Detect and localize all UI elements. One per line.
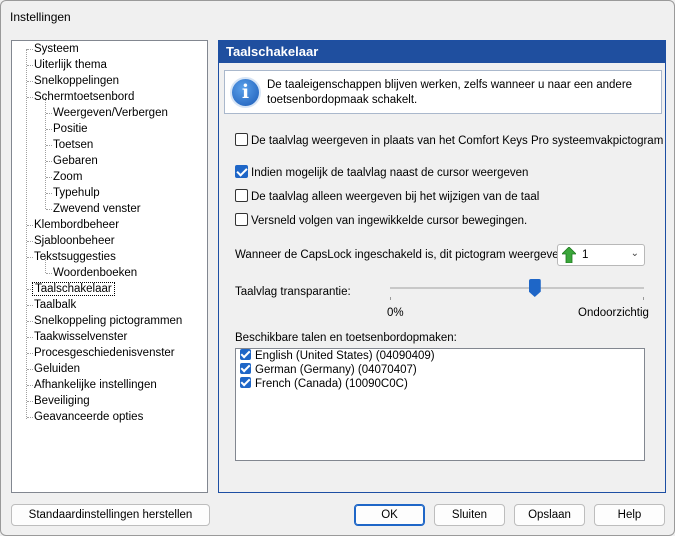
info-box: i De taaleigenschappen blijven werken, z… (224, 70, 662, 114)
tree-item-positie[interactable]: Positie (51, 121, 90, 137)
tree-item-taalbalk[interactable]: Taalbalk (32, 297, 78, 313)
tree-item-taakwisselvenster[interactable]: Taakwisselvenster (32, 329, 129, 345)
option-accelerated-cursor-tracking[interactable]: Versneld volgen van ingewikkelde cursor … (235, 213, 527, 230)
help-button[interactable]: Help (594, 504, 665, 526)
tree-item-klembordbeheer[interactable]: Klembordbeheer (32, 217, 121, 233)
tree-item-sjabloonbeheer[interactable]: Sjabloonbeheer (32, 233, 117, 249)
tree-item-geavanceerde-opties[interactable]: Geavanceerde opties (32, 409, 145, 425)
checkbox[interactable] (240, 363, 251, 375)
panel-title: Taalschakelaar (219, 41, 665, 63)
tree-line (26, 49, 27, 419)
capslock-label: Wanneer de CapsLock ingeschakeld is, dit… (235, 249, 569, 261)
transparency-slider-track[interactable] (390, 287, 644, 289)
transparency-label: Taalvlag transparantie: (235, 286, 351, 298)
checkbox[interactable] (235, 165, 248, 179)
checkbox[interactable] (240, 349, 251, 361)
tree-item-procesgeschiedenisvenster[interactable]: Procesgeschiedenisvenster (32, 345, 177, 361)
info-icon: i (230, 77, 261, 108)
save-button[interactable]: Opslaan (514, 504, 585, 526)
settings-window: Instellingen Systeem Uiterlijk thema Sne… (0, 0, 675, 536)
tree-item-tekstsuggesties[interactable]: Tekstsuggesties (32, 249, 118, 265)
tree-item-zwevend-venster[interactable]: Zwevend venster (51, 201, 143, 217)
transparency-max-label: Ondoorzichtig (578, 307, 649, 319)
tree-item-typehulp[interactable]: Typehulp (51, 185, 102, 201)
option-show-flag-instead-of-tray[interactable]: De taalvlag weergeven in plaats van het … (235, 133, 663, 150)
tree-item-schermtoetsenbord[interactable]: Schermtoetsenbord (32, 89, 136, 105)
list-item[interactable]: German (Germany) (04070407) (240, 363, 417, 378)
tree-item-geluiden[interactable]: Geluiden (32, 361, 82, 377)
settings-tree[interactable]: Systeem Uiterlijk thema Snelkoppelingen … (11, 40, 208, 493)
chevron-down-icon: ⌄ (630, 248, 639, 259)
tree-item-toetsen[interactable]: Toetsen (51, 137, 95, 153)
tree-item-snelkoppelingen[interactable]: Snelkoppelingen (32, 73, 121, 89)
tree-item-woordenboeken[interactable]: Woordenboeken (51, 265, 139, 281)
green-up-arrow-icon (562, 247, 576, 263)
list-item[interactable]: French (Canada) (10090C0C) (240, 377, 408, 392)
capslock-icon-select[interactable]: 1 ⌄ (557, 244, 645, 266)
window-title: Instellingen (10, 10, 71, 24)
close-button[interactable]: Sluiten (434, 504, 505, 526)
checkbox[interactable] (235, 133, 248, 147)
slider-tick (643, 297, 644, 300)
tree-item-zoom[interactable]: Zoom (51, 169, 84, 185)
checkbox[interactable] (235, 189, 248, 203)
checkbox[interactable] (235, 213, 248, 227)
settings-panel: Taalschakelaar i De taaleigenschappen bl… (218, 40, 666, 493)
info-text: De taaleigenschappen blijven werken, zel… (267, 79, 633, 106)
ok-button[interactable]: OK (354, 504, 425, 526)
transparency-slider-thumb[interactable] (528, 279, 541, 297)
capslock-value: 1 (582, 249, 589, 261)
tree-item-systeem[interactable]: Systeem (32, 41, 81, 57)
checkbox[interactable] (240, 377, 251, 389)
tree-item-gebaren[interactable]: Gebaren (51, 153, 100, 169)
tree-item-afhankelijke-instellingen[interactable]: Afhankelijke instellingen (32, 377, 159, 393)
tree-item-snelkoppeling-pictogrammen[interactable]: Snelkoppeling pictogrammen (32, 313, 184, 329)
option-flag-next-to-cursor[interactable]: Indien mogelijk de taalvlag naast de cur… (235, 165, 528, 182)
languages-label: Beschikbare talen en toetsenbordopmaken: (235, 332, 457, 344)
reset-defaults-button[interactable]: Standaardinstellingen herstellen (11, 504, 210, 526)
slider-tick (390, 297, 391, 300)
transparency-min-label: 0% (387, 307, 404, 319)
option-flag-only-on-change[interactable]: De taalvlag alleen weergeven bij het wij… (235, 189, 539, 206)
tree-item-weergeven-verbergen[interactable]: Weergeven/Verbergen (51, 105, 170, 121)
list-item[interactable]: English (United States) (04090409) (240, 349, 435, 364)
tree-item-beveiliging[interactable]: Beveiliging (32, 393, 92, 409)
tree-item-uiterlijk-thema[interactable]: Uiterlijk thema (32, 57, 109, 73)
tree-item-taalschakelaar[interactable]: Taalschakelaar (32, 281, 115, 297)
languages-list[interactable]: English (United States) (04090409) Germa… (235, 348, 645, 461)
